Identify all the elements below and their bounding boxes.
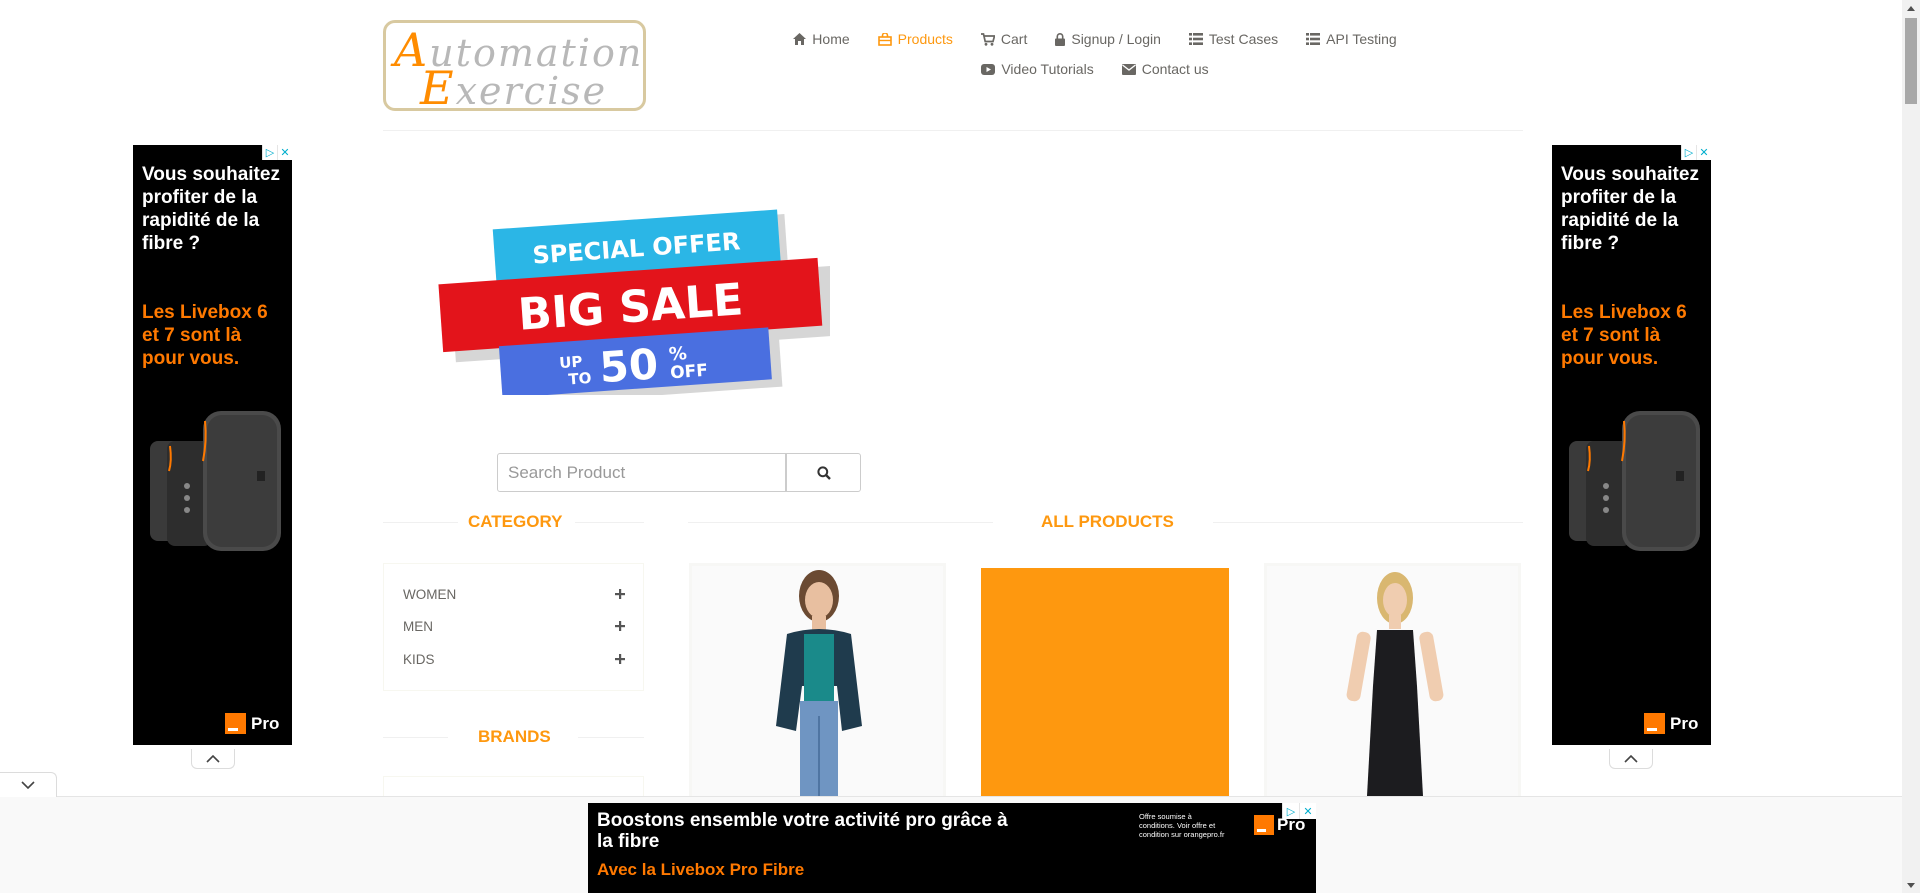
nav-home[interactable]: Home	[793, 31, 850, 47]
category-panel: WOMEN MEN KIDS	[383, 563, 644, 691]
orange-pro-logo: Pro	[225, 713, 279, 734]
category-kids[interactable]: KIDS	[403, 649, 625, 669]
home-icon	[793, 33, 807, 45]
bottom-ad-collapse-button[interactable]	[0, 772, 57, 797]
plus-icon[interactable]	[615, 654, 625, 664]
search-submit-button[interactable]	[786, 453, 861, 492]
ad-headline: Vous souhaitez profiter de la rapidité d…	[142, 164, 280, 254]
category-women[interactable]: WOMEN	[403, 584, 625, 604]
ad-close-icon[interactable]: ✕	[1696, 145, 1711, 160]
nav-signup-login[interactable]: Signup / Login	[1055, 31, 1161, 47]
logo-line-2-rest: xercise	[455, 69, 608, 113]
brands-heading: BRANDS	[383, 727, 644, 747]
list-icon	[1188, 33, 1203, 45]
bottom-ad-headline: Boostons ensemble votre activité pro grâ…	[597, 810, 1008, 852]
ad-headline: Vous souhaitez profiter de la rapidité d…	[1561, 164, 1699, 254]
ad-pro-label: Pro	[251, 713, 280, 733]
all-products-heading: ALL PRODUCTS	[688, 512, 1523, 532]
nav-home-label: Home	[812, 31, 850, 47]
header-divider	[383, 130, 1523, 131]
product-card[interactable]	[1264, 563, 1521, 803]
envelope-icon	[1121, 63, 1136, 75]
category-kids-label: KIDS	[403, 651, 435, 667]
plus-icon[interactable]	[615, 589, 625, 599]
chevron-up-icon	[206, 754, 220, 763]
shopping-bag-icon	[877, 32, 892, 46]
category-title: CATEGORY	[468, 512, 563, 531]
nav-products[interactable]: Products	[877, 31, 953, 47]
brands-title: BRANDS	[478, 727, 551, 746]
site-logo[interactable]: Automation Exercise	[383, 20, 646, 115]
triangle-down-icon	[1907, 882, 1915, 888]
nav-test-cases[interactable]: Test Cases	[1188, 31, 1279, 47]
scroll-up-arrow[interactable]	[1902, 0, 1920, 16]
ad-pro-label: Pro	[1670, 713, 1699, 733]
category-men-label: MEN	[403, 618, 433, 634]
banner-percent: 50	[598, 339, 660, 392]
search-product-input[interactable]	[497, 453, 786, 492]
triangle-up-icon	[1907, 5, 1915, 11]
page: Automation Exercise Home Products Cart S…	[0, 0, 1902, 893]
ad-close-icon[interactable]: ✕	[1299, 803, 1316, 819]
banner-to: TO	[568, 369, 592, 389]
ad-info-icon[interactable]: ▷	[1282, 803, 1299, 819]
right-side-ad[interactable]: ▷ ✕ Vous souhaitez profiter de la rapidi…	[1552, 145, 1711, 745]
left-side-ad[interactable]: ▷ ✕ Vous souhaitez profiter de la rapidi…	[133, 145, 292, 745]
product-image-placeholder[interactable]	[981, 568, 1229, 803]
nav-cart[interactable]: Cart	[980, 31, 1028, 47]
nav-signup-login-label: Signup / Login	[1071, 31, 1161, 47]
nav-api-testing-label: API Testing	[1326, 31, 1397, 47]
product-card[interactable]	[689, 563, 946, 803]
product-image	[1267, 566, 1518, 800]
ad-close-icon[interactable]: ✕	[277, 145, 292, 160]
category-women-label: WOMEN	[403, 586, 457, 602]
category-heading: CATEGORY	[383, 512, 644, 532]
nav-contact-us-label: Contact us	[1141, 61, 1209, 77]
ad-info-icon[interactable]: ▷	[1681, 145, 1696, 160]
lock-icon	[1055, 32, 1066, 46]
right-ad-collapse-button[interactable]	[1609, 749, 1653, 769]
ad-subheadline: Les Livebox 6 et 7 sont là pour vous.	[142, 302, 268, 369]
ad-choices-badge[interactable]: ▷ ✕	[1681, 145, 1711, 160]
nav-cart-label: Cart	[1000, 31, 1028, 47]
main-nav: Home Products Cart Signup / Login Test C…	[770, 24, 1420, 84]
plus-icon[interactable]	[615, 621, 625, 631]
scroll-thumb[interactable]	[1905, 18, 1917, 104]
ad-choices-badge[interactable]: ▷ ✕	[1282, 803, 1316, 819]
nav-products-label: Products	[897, 31, 953, 47]
bottom-ad-disclaimer: Offre soumise à conditions. Voir offre e…	[1139, 812, 1225, 839]
scroll-down-arrow[interactable]	[1902, 877, 1920, 893]
category-men[interactable]: MEN	[403, 616, 625, 636]
logo-line-2: Exercise	[420, 61, 608, 115]
list-icon	[1306, 33, 1321, 45]
orange-pro-logo: Pro	[1644, 713, 1698, 734]
bottom-banner-ad[interactable]: Boostons ensemble votre activité pro grâ…	[588, 803, 1316, 893]
big-sale-banner: SPECIAL OFFER BIG SALE UP TO 50 % OFF	[438, 209, 830, 395]
nav-contact-us[interactable]: Contact us	[1121, 61, 1209, 77]
ad-subheadline: Les Livebox 6 et 7 sont là pour vous.	[1561, 302, 1687, 369]
search-icon	[816, 465, 831, 480]
livebox-device-image	[150, 411, 281, 551]
nav-api-testing[interactable]: API Testing	[1306, 31, 1397, 47]
bottom-ad-subheadline: Avec la Livebox Pro Fibre	[597, 860, 805, 879]
youtube-icon	[981, 63, 996, 75]
banner-off: OFF	[670, 361, 709, 384]
chevron-down-icon	[21, 781, 35, 789]
ad-info-icon[interactable]: ▷	[262, 145, 277, 160]
page-scrollbar[interactable]	[1902, 0, 1920, 893]
product-image	[692, 566, 943, 800]
left-ad-collapse-button[interactable]	[191, 749, 235, 769]
livebox-device-image	[1569, 411, 1700, 551]
chevron-up-icon	[1624, 754, 1638, 763]
ad-choices-badge[interactable]: ▷ ✕	[262, 145, 292, 160]
all-products-title: ALL PRODUCTS	[1041, 512, 1174, 531]
nav-video-tutorials[interactable]: Video Tutorials	[981, 61, 1094, 77]
nav-video-tutorials-label: Video Tutorials	[1001, 61, 1094, 77]
cart-icon	[980, 32, 995, 46]
nav-test-cases-label: Test Cases	[1208, 31, 1279, 47]
